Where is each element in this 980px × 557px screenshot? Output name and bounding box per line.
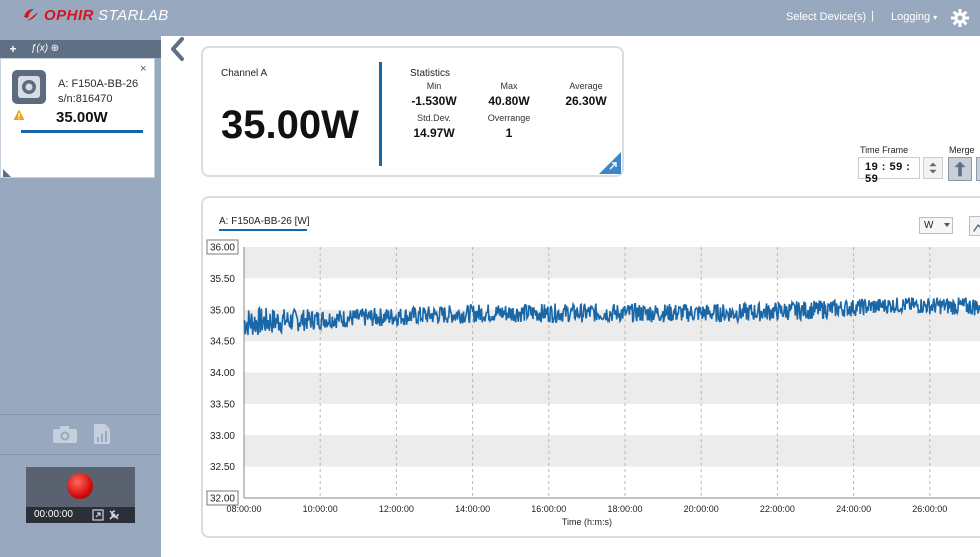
stat-min-value: -1.530W bbox=[411, 94, 457, 108]
x-tick-label: 22:00:00 bbox=[760, 504, 795, 514]
sensor-device-icon bbox=[12, 70, 46, 104]
top-bar: OPHIR STARLAB Select Device(s) | Logging… bbox=[0, 0, 980, 36]
select-devices-link[interactable]: Select Device(s) bbox=[786, 11, 866, 23]
math-function-button[interactable]: ƒ(x) ⊕ bbox=[28, 42, 62, 56]
stat-max-label: Max bbox=[500, 81, 518, 91]
device-serial: s/n:816470 bbox=[58, 93, 113, 105]
stat-overrange-value: 1 bbox=[505, 126, 513, 140]
close-icon[interactable]: × bbox=[140, 63, 146, 75]
logo-brand: OPHIR bbox=[44, 6, 95, 24]
record-elapsed-time: 00:00:00 bbox=[34, 509, 73, 520]
time-frame-input[interactable]: 19 : 59 : 59 bbox=[858, 157, 920, 185]
y-tick-label: 35.00 bbox=[210, 305, 235, 316]
stepper-arrows-icon bbox=[929, 162, 937, 174]
wrench-icon[interactable] bbox=[108, 509, 120, 521]
y-tick-label: 33.00 bbox=[210, 431, 235, 442]
channel-reading: 35.00W bbox=[221, 103, 359, 147]
x-tick-label: 20:00:00 bbox=[684, 504, 719, 514]
x-tick-label: 10:00:00 bbox=[303, 504, 338, 514]
channel-divider bbox=[379, 62, 382, 166]
grid-band bbox=[244, 247, 980, 279]
gear-icon[interactable] bbox=[950, 8, 970, 28]
y-tick-label: 32.00 bbox=[210, 494, 235, 505]
device-reading: 35.00W bbox=[56, 109, 108, 126]
device-name: A: F150A-BB-26 bbox=[58, 78, 139, 90]
logging-menu[interactable]: Logging ▾ bbox=[891, 11, 937, 23]
recorder-panel: 00:00:00 bbox=[26, 467, 135, 523]
y-tick-label: 36.00 bbox=[210, 243, 235, 254]
report-icon[interactable] bbox=[93, 423, 111, 445]
stat-average-value: 26.30W bbox=[565, 94, 607, 108]
stat-min-label: Min bbox=[426, 81, 442, 91]
add-device-button[interactable]: + bbox=[6, 42, 20, 56]
y-tick-label: 34.00 bbox=[210, 368, 235, 379]
stat-max-value: 40.80W bbox=[488, 94, 530, 108]
chevron-down-icon: ▾ bbox=[933, 13, 938, 22]
recorder-status-bar: 00:00:00 bbox=[26, 507, 135, 523]
warning-icon bbox=[13, 109, 25, 120]
merge-label: Merge bbox=[949, 145, 975, 155]
stat-overrange-label: Overrange bbox=[487, 113, 531, 123]
x-axis-label: Time (h:m:s) bbox=[562, 517, 612, 527]
math-function-label: ƒ(x) bbox=[30, 43, 49, 54]
stat-stddev-label: Std.Dev. bbox=[417, 113, 451, 123]
merge-button[interactable] bbox=[948, 157, 972, 181]
y-tick-label: 34.50 bbox=[210, 337, 235, 348]
time-frame-label: Time Frame bbox=[860, 145, 909, 155]
grid-band bbox=[244, 435, 980, 467]
y-tick-label: 35.50 bbox=[210, 274, 235, 285]
circle-plus-icon: ⊕ bbox=[48, 43, 60, 54]
expand-icon[interactable] bbox=[92, 509, 104, 521]
x-tick-label: 12:00:00 bbox=[379, 504, 414, 514]
channel-panel: Channel A 35.00W Statistics Min -1.530W … bbox=[201, 46, 624, 177]
device-accent-bar bbox=[21, 130, 143, 133]
merge-icon bbox=[954, 161, 966, 177]
x-tick-label: 18:00:00 bbox=[607, 504, 642, 514]
channel-title: Channel A bbox=[221, 68, 268, 79]
x-tick-label: 26:00:00 bbox=[912, 504, 947, 514]
sidebar-divider-2 bbox=[0, 454, 161, 455]
time-frame-stepper[interactable] bbox=[923, 157, 943, 179]
chevron-left-icon[interactable] bbox=[168, 36, 186, 62]
x-tick-label: 14:00:00 bbox=[455, 504, 490, 514]
sidebar-toolbar: + ƒ(x) ⊕ bbox=[0, 40, 161, 58]
sidebar-divider bbox=[0, 414, 161, 415]
x-tick-label: 08:00:00 bbox=[226, 504, 261, 514]
stat-stddev-value: 14.97W bbox=[413, 126, 455, 140]
y-tick-label: 32.50 bbox=[210, 462, 235, 473]
merge-button-secondary[interactable] bbox=[976, 157, 980, 181]
resize-corner-icon[interactable] bbox=[599, 152, 621, 174]
app-logo: OPHIR STARLAB bbox=[22, 6, 169, 24]
power-chart[interactable]: 36.00 35.50 35.00 34.50 34.00 33.50 33.00 32.50… bbox=[201, 196, 980, 536]
stat-average-label: Average bbox=[569, 81, 603, 91]
device-sidebar: + ƒ(x) ⊕ A: F150A-BB-26 s/n:816470 35.00… bbox=[0, 36, 161, 557]
expand-corner-icon[interactable] bbox=[3, 169, 11, 177]
statistics-title: Statistics bbox=[410, 68, 451, 79]
y-tick-label: 33.50 bbox=[210, 399, 235, 410]
grid-band bbox=[244, 372, 980, 404]
logging-label: Logging bbox=[891, 11, 931, 23]
camera-icon[interactable] bbox=[52, 424, 78, 444]
device-card[interactable]: A: F150A-BB-26 s/n:816470 35.00W × bbox=[0, 58, 155, 178]
ophir-logo-icon bbox=[24, 9, 38, 21]
menu-separator: | bbox=[871, 10, 874, 22]
x-tick-label: 16:00:00 bbox=[531, 504, 566, 514]
logo-product: STARLAB bbox=[98, 6, 169, 24]
x-tick-label: 24:00:00 bbox=[836, 504, 871, 514]
record-button[interactable] bbox=[67, 473, 93, 499]
